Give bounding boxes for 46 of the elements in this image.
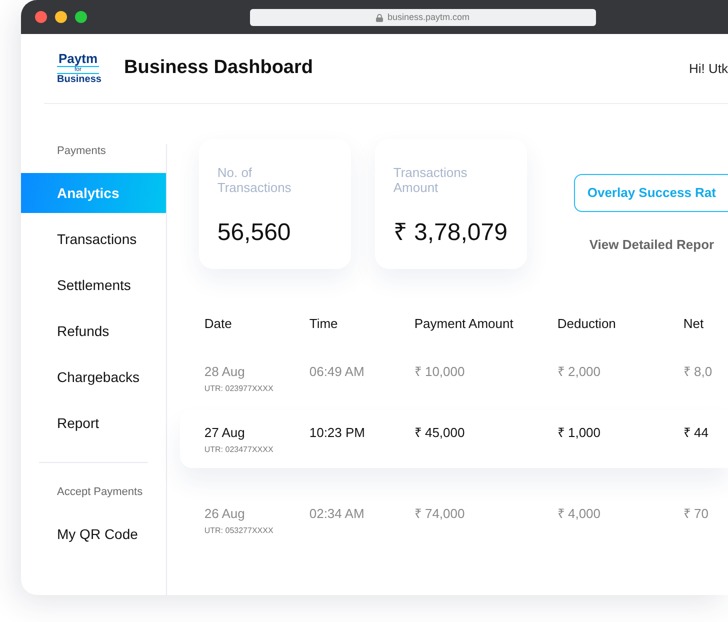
user-greeting: Hi! Utk	[689, 60, 728, 78]
sidebar-item[interactable]: Refunds	[21, 308, 166, 354]
section-heading: Payments	[56, 144, 107, 159]
table-cell-text: ₹ 1,000	[557, 424, 602, 442]
table-cell-text: 06:49 AM	[309, 362, 366, 380]
maximize-window-button[interactable]	[75, 11, 87, 23]
sidebar-item[interactable]: My QR Code	[21, 511, 166, 557]
stat-label: No. of Transactions	[217, 165, 292, 195]
table-cell-text: ₹ 45,000	[414, 424, 466, 442]
table-cell-text: 02:34 AM	[309, 504, 366, 522]
table-cell-text: ₹ 4,000	[557, 504, 602, 522]
column-header: Deduction	[557, 315, 617, 333]
column-header: Net	[683, 315, 705, 333]
table-row[interactable]: 26 Aug UTR: 053277XXXX 02:34 AM ₹ 74,000 ₹ 4,000 ₹ 70	[180, 490, 728, 556]
column-header: Payment Amount	[414, 315, 514, 333]
utr-text: UTR: 023977XXXX	[204, 383, 274, 395]
section-heading: Accept Payments	[56, 485, 144, 500]
table-cell-text: 10:23 PM	[309, 424, 366, 442]
view-detailed-report-link[interactable]: View Detailed Repor	[589, 235, 714, 254]
date-cell-text: 28 Aug	[204, 362, 246, 381]
table-cell-text: ₹ 2,000	[557, 362, 602, 380]
page-title: Business Dashboard	[124, 56, 313, 80]
sidebar-item[interactable]: Settlements	[21, 262, 166, 308]
lock-icon	[376, 14, 384, 22]
date-cell-text: 26 Aug	[204, 504, 246, 523]
minimize-window-button[interactable]	[55, 11, 67, 23]
table-cell-text: ₹ 44	[683, 424, 710, 442]
table-cell-text: ₹ 70	[683, 504, 710, 522]
table-cell-text: ₹ 10,000	[414, 362, 466, 380]
date-cell-text: 27 Aug	[204, 424, 246, 442]
sidebar-item[interactable]: Report	[21, 400, 166, 446]
table-cell-text: ₹ 8,0	[683, 362, 714, 380]
column-header: Date	[204, 315, 233, 333]
stat-value: ₹ 3,78,079	[393, 218, 508, 248]
stat-label: Transactions Amount	[393, 165, 468, 195]
column-header: Time	[309, 315, 339, 333]
utr-text: UTR: 053277XXXX	[204, 525, 274, 537]
close-window-button[interactable]	[35, 11, 47, 23]
utr-text: UTR: 023477XXXX	[204, 444, 274, 456]
address-bar[interactable]: business.paytm.com	[250, 9, 596, 26]
sidebar-item[interactable]: Transactions	[21, 216, 166, 262]
table-row[interactable]: 28 Aug UTR: 023977XXXX 06:49 AM ₹ 10,000 ₹ 2,000 ₹ 8,0	[180, 348, 728, 414]
sidebar-item[interactable]: Chargebacks	[21, 354, 166, 400]
url-text: business.paytm.com	[387, 10, 470, 24]
table-cell-text: ₹ 74,000	[414, 504, 466, 522]
stat-value: 56,560	[217, 218, 292, 248]
